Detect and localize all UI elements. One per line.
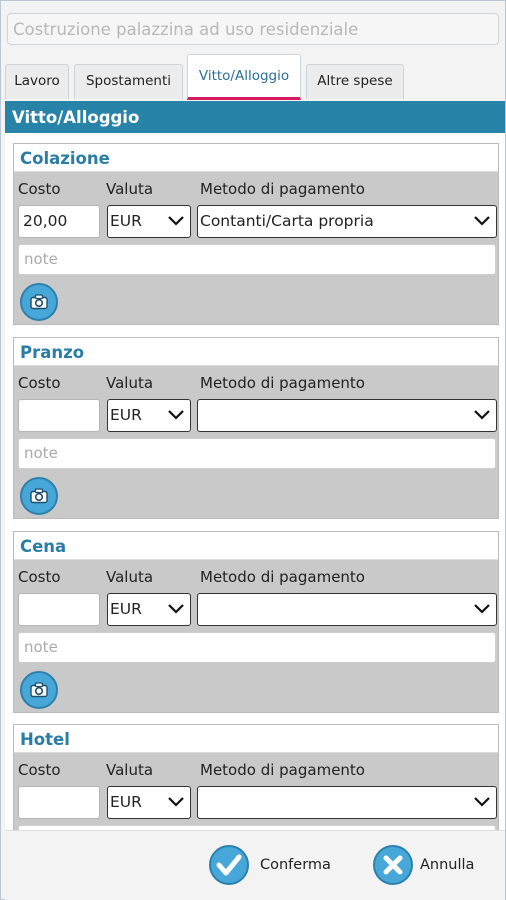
camera-button[interactable] <box>20 283 58 321</box>
chevron-down-icon <box>168 216 184 226</box>
cost-label: Costo <box>18 374 61 392</box>
cost-input[interactable] <box>18 399 100 432</box>
camera-icon <box>30 682 48 698</box>
payment-label: Metodo di pagamento <box>200 374 365 392</box>
cost-input[interactable]: 20,00 <box>18 205 100 238</box>
card-title: Cena <box>14 532 498 560</box>
footer-bar: Conferma Annulla <box>5 830 505 900</box>
x-icon <box>373 845 413 885</box>
chevron-down-icon <box>168 797 184 807</box>
payment-method-select[interactable] <box>197 593 497 626</box>
payment-method-select[interactable] <box>197 399 497 432</box>
payment-label: Metodo di pagamento <box>200 761 365 779</box>
note-field[interactable]: note <box>18 244 496 275</box>
payment-label: Metodo di pagamento <box>200 180 365 198</box>
cost-input[interactable] <box>18 593 100 626</box>
tab-spostamenti[interactable]: Spostamenti <box>74 64 183 99</box>
chevron-down-icon <box>474 216 490 226</box>
cost-label: Costo <box>18 180 61 198</box>
cost-input[interactable] <box>18 786 100 819</box>
card-title: Colazione <box>14 144 498 172</box>
note-field[interactable]: note <box>18 632 496 663</box>
tab-altre-spese[interactable]: Altre spese <box>306 64 404 99</box>
section-header: Vitto/Alloggio <box>5 101 505 133</box>
project-title-field[interactable]: Costruzione palazzina ad uso residenzial… <box>7 13 499 45</box>
chevron-down-icon <box>474 604 490 614</box>
app-frame: Costruzione palazzina ad uso residenzial… <box>0 0 506 900</box>
currency-value: EUR <box>110 793 142 811</box>
currency-label: Valuta <box>106 180 154 198</box>
cost-label: Costo <box>18 761 61 779</box>
cancel-label: Annulla <box>420 857 475 873</box>
currency-label: Valuta <box>106 374 154 392</box>
expense-card-colazione: Colazione Costo Valuta Metodo di pagamen… <box>13 143 499 325</box>
tab-lavoro[interactable]: Lavoro <box>5 64 69 99</box>
currency-value: EUR <box>110 600 142 618</box>
currency-select[interactable]: EUR <box>107 399 191 432</box>
checkmark-icon <box>209 845 249 885</box>
payment-method-value: Contanti/Carta propria <box>200 212 374 230</box>
payment-method-select[interactable] <box>197 786 497 819</box>
camera-button[interactable] <box>20 477 58 515</box>
cancel-button[interactable]: Annulla <box>372 844 492 888</box>
expense-card-hotel: Hotel Costo Valuta Metodo di pagamento E… <box>13 724 499 830</box>
currency-value: EUR <box>110 212 142 230</box>
expense-list[interactable]: Colazione Costo Valuta Metodo di pagamen… <box>5 133 505 830</box>
note-field[interactable]: note <box>18 438 496 469</box>
currency-select[interactable]: EUR <box>107 786 191 819</box>
tab-vitto-alloggio[interactable]: Vitto/Alloggio <box>187 54 301 100</box>
currency-label: Valuta <box>106 568 154 586</box>
camera-button[interactable] <box>20 671 58 709</box>
expense-card-pranzo: Pranzo Costo Valuta Metodo di pagamento … <box>13 337 499 519</box>
camera-icon <box>30 294 48 310</box>
expense-card-cena: Cena Costo Valuta Metodo di pagamento EU… <box>13 531 499 713</box>
camera-icon <box>30 488 48 504</box>
currency-label: Valuta <box>106 761 154 779</box>
payment-method-select[interactable]: Contanti/Carta propria <box>197 205 497 238</box>
chevron-down-icon <box>474 797 490 807</box>
currency-select[interactable]: EUR <box>107 205 191 238</box>
cost-label: Costo <box>18 568 61 586</box>
chevron-down-icon <box>168 410 184 420</box>
currency-select[interactable]: EUR <box>107 593 191 626</box>
card-title: Pranzo <box>14 338 498 366</box>
chevron-down-icon <box>474 410 490 420</box>
confirm-label: Conferma <box>260 857 331 873</box>
chevron-down-icon <box>168 604 184 614</box>
card-title: Hotel <box>14 725 498 753</box>
confirm-button[interactable]: Conferma <box>208 844 338 888</box>
currency-value: EUR <box>110 406 142 424</box>
tab-bar: Lavoro Spostamenti Vitto/Alloggio Altre … <box>5 54 505 100</box>
payment-label: Metodo di pagamento <box>200 568 365 586</box>
